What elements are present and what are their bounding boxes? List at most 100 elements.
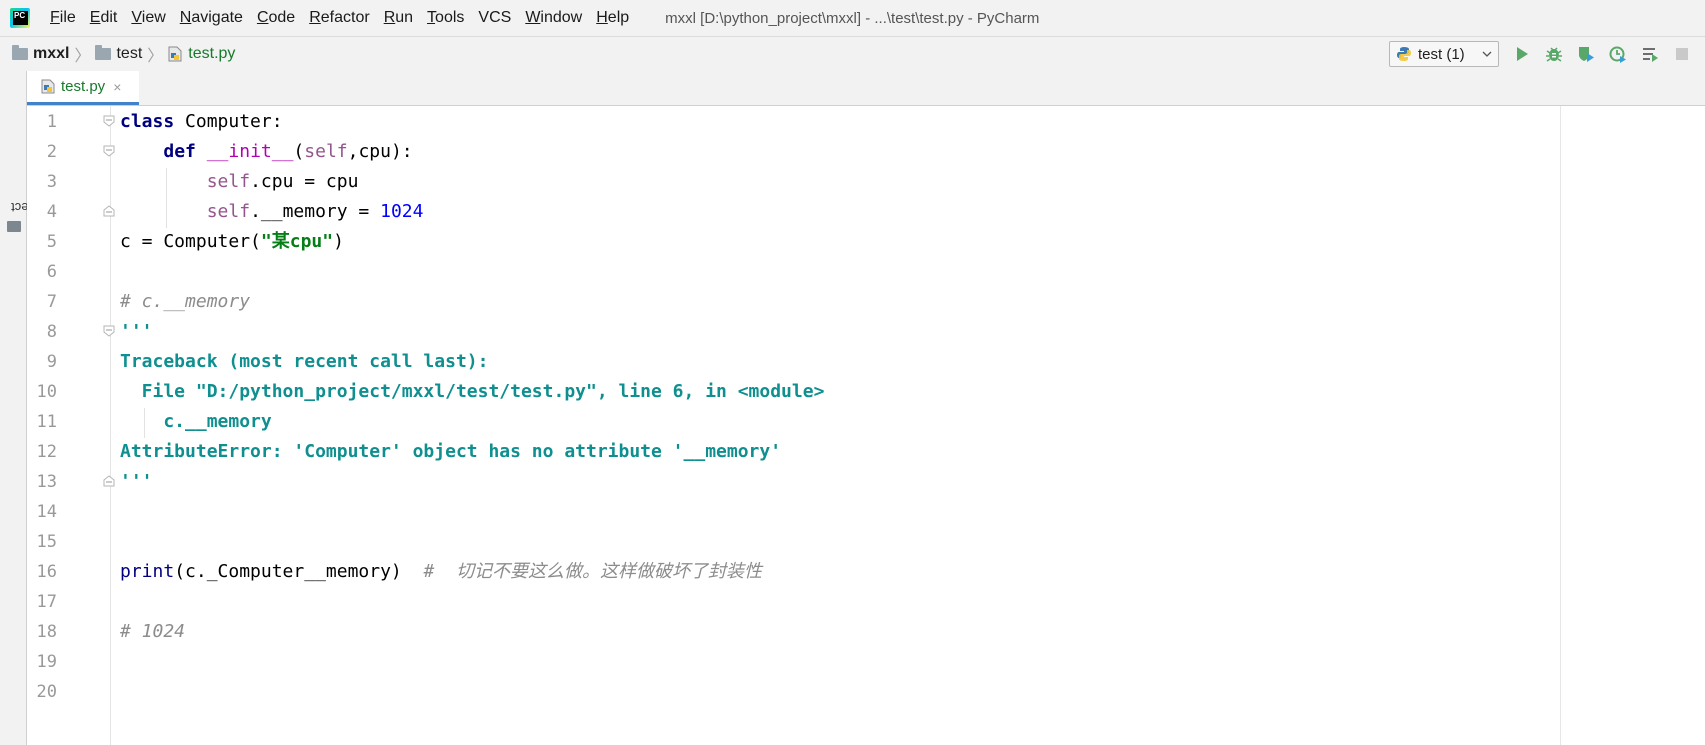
indent-guide (166, 168, 167, 228)
menu-label-rest: VCS (478, 9, 512, 26)
stop-icon[interactable] (1673, 45, 1691, 63)
code-token: print (120, 561, 175, 582)
code-token: AttributeError: 'Computer' object has no… (120, 441, 782, 462)
debug-icon[interactable] (1545, 45, 1563, 63)
run-configuration-label: test (1) (1418, 45, 1465, 63)
code-token: self (304, 141, 348, 162)
breadcrumb-folder[interactable]: test (95, 45, 142, 63)
code-line[interactable]: # c.__memory (120, 286, 250, 318)
folder-icon (95, 45, 112, 60)
code-editor[interactable]: 1 2 3 4 5 6 7 8 9 10 11 12 13 14 15 16 17 18 19 20 class Co… (27, 106, 1705, 745)
menu-vcs[interactable]: VCS (478, 9, 511, 27)
menu-window[interactable]: Window (525, 9, 582, 27)
code-line[interactable]: ''' (120, 316, 153, 348)
code-token: .__memory = (250, 201, 381, 222)
project-tab-label: 1: Project (4, 149, 59, 215)
menu-label-rest: ools (435, 9, 465, 26)
code-token: File "D:/python_project/mxxl/test/test.p… (120, 381, 825, 402)
code-token: self (206, 171, 251, 192)
menu-mnemonic: R (309, 9, 321, 26)
line-number: 7 (46, 292, 57, 312)
code-line[interactable]: ''' (120, 466, 153, 498)
menu-help[interactable]: Help (596, 9, 629, 27)
code-token: # 1024 (120, 621, 186, 642)
menu-mnemonic: V (131, 9, 142, 26)
line-number: 19 (36, 652, 57, 672)
menu-navigate[interactable]: Navigate (180, 9, 243, 27)
line-number-gutter: 1 2 3 4 5 6 7 8 9 10 11 12 13 14 15 16 17 18 19 20 (27, 106, 111, 745)
breadcrumb-file-label: test.py (188, 45, 236, 62)
code-token: c = Computer( (120, 231, 261, 252)
code-token: class (120, 111, 175, 132)
line-number: 9 (46, 352, 57, 372)
code-token: ''' (120, 321, 153, 342)
breadcrumb-project[interactable]: mxxl (12, 45, 69, 63)
menu-code[interactable]: Code (257, 9, 295, 27)
run-configuration-selector[interactable]: test (1) (1389, 41, 1499, 67)
run-with-coverage-icon[interactable] (1577, 45, 1595, 63)
code-line[interactable]: print(c._Computer__memory) # 切记不要这么做。这样做… (120, 556, 762, 588)
menu-file[interactable]: File (50, 9, 76, 27)
chevron-down-icon (1482, 51, 1492, 57)
code-line[interactable]: c = Computer("某cpu") (120, 226, 344, 258)
code-line[interactable]: Traceback (most recent call last): (120, 346, 488, 378)
menu-run[interactable]: Run (384, 9, 413, 27)
code-token: ( (293, 141, 305, 162)
close-icon[interactable]: × (113, 79, 121, 95)
menu-label-rest: iew (141, 9, 166, 26)
line-number: 2 (46, 142, 57, 162)
code-line[interactable]: self.cpu = cpu (120, 166, 359, 198)
code-line[interactable]: AttributeError: 'Computer' object has no… (120, 436, 781, 468)
line-number: 11 (36, 412, 57, 432)
line-number: 8 (46, 322, 57, 342)
menu-label-rest: elp (607, 9, 630, 26)
line-number: 16 (36, 562, 57, 582)
code-token: # c.__memory (120, 291, 251, 312)
pycharm-logo-text: PC (13, 11, 28, 25)
menu-edit[interactable]: Edit (90, 9, 118, 27)
breadcrumb-file[interactable]: test.py (168, 45, 235, 63)
line-number: 15 (36, 532, 57, 552)
editor-tab-bar: test.py × (27, 71, 1705, 106)
fold-marker-icon[interactable] (103, 145, 115, 157)
code-token: Traceback (most recent call last): (120, 351, 489, 372)
code-line[interactable]: File "D:/python_project/mxxl/test/test.p… (120, 376, 825, 408)
menu-label-rest: ode (268, 9, 296, 26)
python-icon (1397, 47, 1411, 61)
profile-icon[interactable] (1609, 45, 1627, 63)
fold-marker-icon[interactable] (103, 205, 115, 217)
menu-label-rest: dit (100, 9, 118, 26)
left-tool-strip: 1: Project (0, 71, 59, 745)
line-number: 12 (36, 442, 57, 462)
code-line[interactable]: class Computer: (120, 106, 283, 138)
menu-refactor[interactable]: Refactor (309, 9, 369, 27)
tab-test-py[interactable]: test.py × (27, 71, 139, 105)
code-token: ,cpu): (347, 141, 413, 162)
pycharm-logo-icon: PC (10, 8, 30, 28)
menu-mnemonic: W (525, 9, 541, 26)
menu-mnemonic: H (596, 9, 608, 26)
code-line[interactable]: # 1024 (120, 616, 185, 648)
code-line[interactable]: c.__memory (120, 406, 271, 438)
code-token: # 切记不要这么做。这样做破坏了封装性 (423, 561, 762, 582)
breadcrumb-separator-icon: 〉 (147, 48, 164, 65)
fold-marker-icon[interactable] (103, 115, 115, 127)
run-icon[interactable] (1513, 45, 1531, 63)
fold-marker-icon[interactable] (103, 475, 115, 487)
menu-label-rest: avigate (191, 9, 243, 26)
tab-label: test.py (61, 78, 106, 95)
code-token: self (206, 201, 251, 222)
code-line[interactable]: def __init__(self,cpu): (120, 136, 413, 168)
menu-view[interactable]: View (131, 9, 165, 27)
code-token: ''' (120, 471, 153, 492)
python-file-icon (168, 46, 182, 62)
run-concurrency-icon[interactable] (1641, 45, 1659, 63)
line-number: 10 (36, 382, 57, 402)
menu-tools[interactable]: Tools (427, 9, 464, 27)
project-tool-window-tab[interactable]: 1: Project (4, 149, 59, 217)
code-token: ) (333, 231, 344, 252)
fold-marker-icon[interactable] (103, 325, 115, 337)
